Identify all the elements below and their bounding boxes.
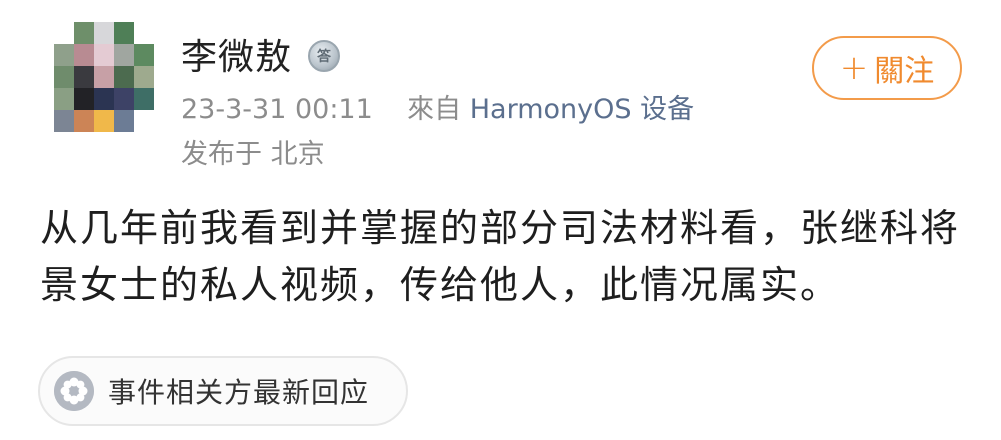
flower-icon bbox=[54, 371, 94, 411]
medal-icon: 答 bbox=[308, 40, 340, 72]
follow-label: 關注 bbox=[874, 54, 935, 89]
follow-button[interactable]: + 關注 bbox=[812, 36, 962, 100]
avatar[interactable] bbox=[54, 22, 154, 132]
latest-response-label: 事件相关方最新回应 bbox=[108, 376, 370, 409]
medal-badge-text: 答 bbox=[317, 49, 331, 65]
post-location: 发布于 北京 bbox=[181, 139, 325, 170]
username[interactable]: 李微敖 bbox=[181, 36, 292, 80]
source-prefix: 來自 bbox=[407, 94, 462, 125]
post-meta: 23-3-31 00:11 來自 HarmonyOS 设备 bbox=[181, 92, 694, 128]
source-device-link[interactable]: HarmonyOS 设备 bbox=[470, 94, 694, 125]
post-content: 从几年前我看到并掌握的部分司法材料看，张继科将景女士的私人视频，传给他人，此情况… bbox=[40, 206, 961, 307]
timestamp: 23-3-31 00:11 bbox=[181, 94, 373, 125]
plus-icon: + bbox=[839, 48, 869, 88]
latest-response-button[interactable]: 事件相关方最新回应 bbox=[38, 356, 408, 426]
